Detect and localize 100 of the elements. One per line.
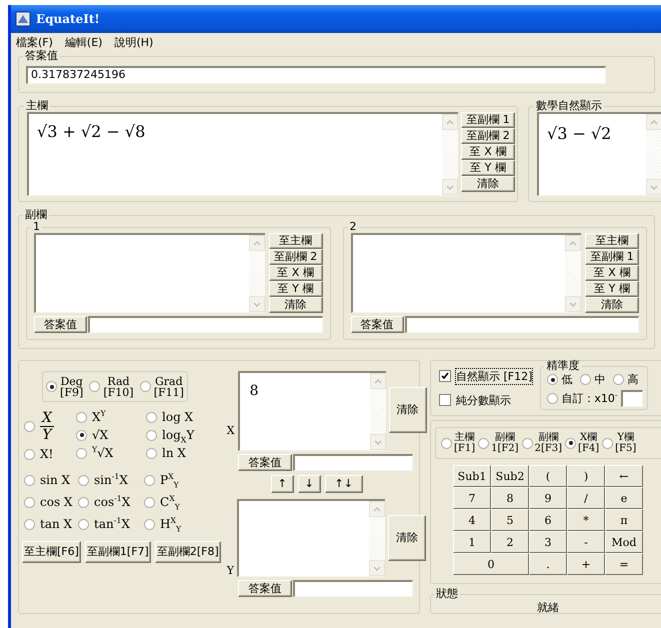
angle-mode-label: Deg [F9] xyxy=(60,376,84,398)
group-label: 2 xyxy=(348,221,358,233)
transfer-button[interactable]: 至副欄 2 xyxy=(461,128,515,144)
keypad-key[interactable]: 5 xyxy=(491,509,529,531)
transfer-button[interactable]: 至副欄 1 xyxy=(461,112,515,128)
group-label: 1 xyxy=(32,221,41,233)
function-label: ln X xyxy=(162,446,186,460)
group-label: 答案值 xyxy=(24,50,59,62)
keypad-key[interactable]: π xyxy=(605,509,643,531)
function-label: cos X xyxy=(40,495,72,509)
function-label: tan X xyxy=(40,517,72,531)
transfer-button[interactable]: 至副欄 1 xyxy=(585,249,639,265)
keypad-key[interactable]: 2 xyxy=(491,531,529,553)
window-title: EquateIt! xyxy=(36,12,100,26)
keypad-key[interactable]: / xyxy=(567,487,605,509)
function-label: sin$^{-1}$X xyxy=(94,473,128,487)
x-field-label: X xyxy=(226,424,235,437)
keypad-key[interactable]: ( xyxy=(529,465,567,487)
x-value: 8 xyxy=(248,382,260,401)
keypad-key[interactable]: = xyxy=(605,553,643,575)
transfer-button[interactable]: 至 X 欄 xyxy=(268,265,322,281)
transfer-button[interactable]: 至 Y 欄 xyxy=(585,281,639,297)
keypad-key[interactable]: - xyxy=(567,531,605,553)
transfer-button[interactable]: 至主欄 xyxy=(585,233,639,249)
keypad-key[interactable]: 3 xyxy=(529,531,567,553)
function-label: cos$^{-1}$X xyxy=(94,495,130,509)
function-label: $^{Y}$√X xyxy=(92,446,114,460)
swap-button[interactable]: ↑ xyxy=(270,475,294,493)
transfer-button[interactable]: 至主欄[F6] xyxy=(22,541,81,563)
transfer-button[interactable]: 至 X 欄 xyxy=(461,144,515,160)
precision-label: 自訂：x10$^{-}$ xyxy=(561,391,618,406)
transfer-button[interactable]: 至副欄 2 xyxy=(268,249,322,265)
transfer-button[interactable]: 清除 xyxy=(461,176,515,192)
transfer-button[interactable]: 清除 xyxy=(585,297,639,313)
keypad-key[interactable]: ) xyxy=(567,465,605,487)
function-label: √X xyxy=(92,428,108,442)
option-label: 純分數顯示 xyxy=(456,392,511,408)
expression-box[interactable]: √3 + √2 − √8 xyxy=(27,112,458,196)
target-label: Y欄 [F5] xyxy=(615,432,636,454)
group-label: 副欄 xyxy=(24,209,48,221)
keypad-key[interactable]: Mod xyxy=(605,531,643,553)
clear-button[interactable]: 清除 xyxy=(388,515,426,561)
function-label: X$^{Y}$ xyxy=(92,410,106,424)
keypad-key[interactable]: + xyxy=(567,553,605,575)
function-label: log X xyxy=(162,410,194,424)
angle-mode-label: Grad [F11] xyxy=(154,376,184,398)
keypad-key[interactable]: 4 xyxy=(453,509,491,531)
transfer-button[interactable]: 至主欄 xyxy=(268,233,322,249)
answer-button[interactable]: 答案值 xyxy=(238,580,292,597)
transfer-button[interactable]: 清除 xyxy=(268,297,322,313)
target-label: 主欄 [F1] xyxy=(454,432,476,454)
status-text: 就緒 xyxy=(537,601,559,614)
clear-button[interactable]: 清除 xyxy=(388,387,427,433)
target-label: 副欄 2[F3] xyxy=(534,432,562,454)
y-field-label: Y xyxy=(226,564,234,577)
answer-button[interactable]: 答案值 xyxy=(350,316,404,333)
keypad-key[interactable]: 7 xyxy=(453,487,491,509)
keypad-key[interactable]: 6 xyxy=(529,509,567,531)
menu-item[interactable]: 檔案(F) xyxy=(16,35,53,50)
precision-label: 高 xyxy=(627,372,638,387)
transfer-button[interactable]: 至副欄2[F8] xyxy=(154,541,221,563)
precision-label: 中 xyxy=(594,372,606,387)
keypad-key[interactable]: 0 xyxy=(453,553,529,575)
group-label: 精準度 xyxy=(545,360,580,372)
function-label: sin X xyxy=(40,473,70,487)
target-label: 副欄 1[F2] xyxy=(491,432,519,454)
angle-mode-label: Rad [F10] xyxy=(103,376,134,398)
menu-item[interactable]: 說明(H) xyxy=(114,35,154,50)
group-label: 狀態 xyxy=(435,588,459,600)
transfer-button[interactable]: 至 X 欄 xyxy=(585,265,639,281)
transfer-button[interactable]: 至 Y 欄 xyxy=(268,281,322,297)
answer-field[interactable]: 0.317837245196 xyxy=(26,66,606,84)
function-label: X! xyxy=(40,447,54,461)
keypad-key[interactable]: 9 xyxy=(529,487,567,509)
swap-button[interactable]: ↓ xyxy=(298,475,321,493)
group-label: 主欄 xyxy=(25,100,49,112)
math-expression: √3 + √2 − √8 xyxy=(36,121,146,143)
keypad-key[interactable]: ← xyxy=(605,465,643,487)
keypad-key[interactable]: . xyxy=(529,553,567,575)
answer-button[interactable]: 答案值 xyxy=(34,316,88,333)
keypad-key[interactable]: * xyxy=(567,509,605,531)
function-label: log$_{X}$Y xyxy=(162,428,194,442)
menu-item[interactable]: 編輯(E) xyxy=(64,35,102,50)
transfer-button[interactable]: 至 Y 欄 xyxy=(461,160,515,176)
keypad-key[interactable]: Sub2 xyxy=(491,465,529,487)
x-input-box[interactable]: 8 xyxy=(238,371,386,451)
option-label: 自然顯示 [F12] xyxy=(456,368,532,384)
math-expression: √3 − √2 xyxy=(546,123,612,145)
group-label: 數學自然顯示 xyxy=(535,100,603,112)
keypad-key[interactable]: Sub1 xyxy=(453,465,491,487)
answer-button[interactable]: 答案值 xyxy=(238,454,292,471)
keypad-key[interactable]: e xyxy=(605,487,643,509)
keypad-key[interactable]: 8 xyxy=(491,487,529,509)
keypad-key[interactable]: 1 xyxy=(453,531,491,553)
fraction-label: X Y xyxy=(40,410,54,443)
precision-label: 低 xyxy=(561,372,572,387)
transfer-button[interactable]: 至副欄1[F7] xyxy=(84,541,151,563)
target-label: X欄 [F4] xyxy=(578,432,600,454)
swap-button[interactable]: ↑↓ xyxy=(324,475,363,493)
function-label: tan$^{-1}$X xyxy=(94,517,130,531)
